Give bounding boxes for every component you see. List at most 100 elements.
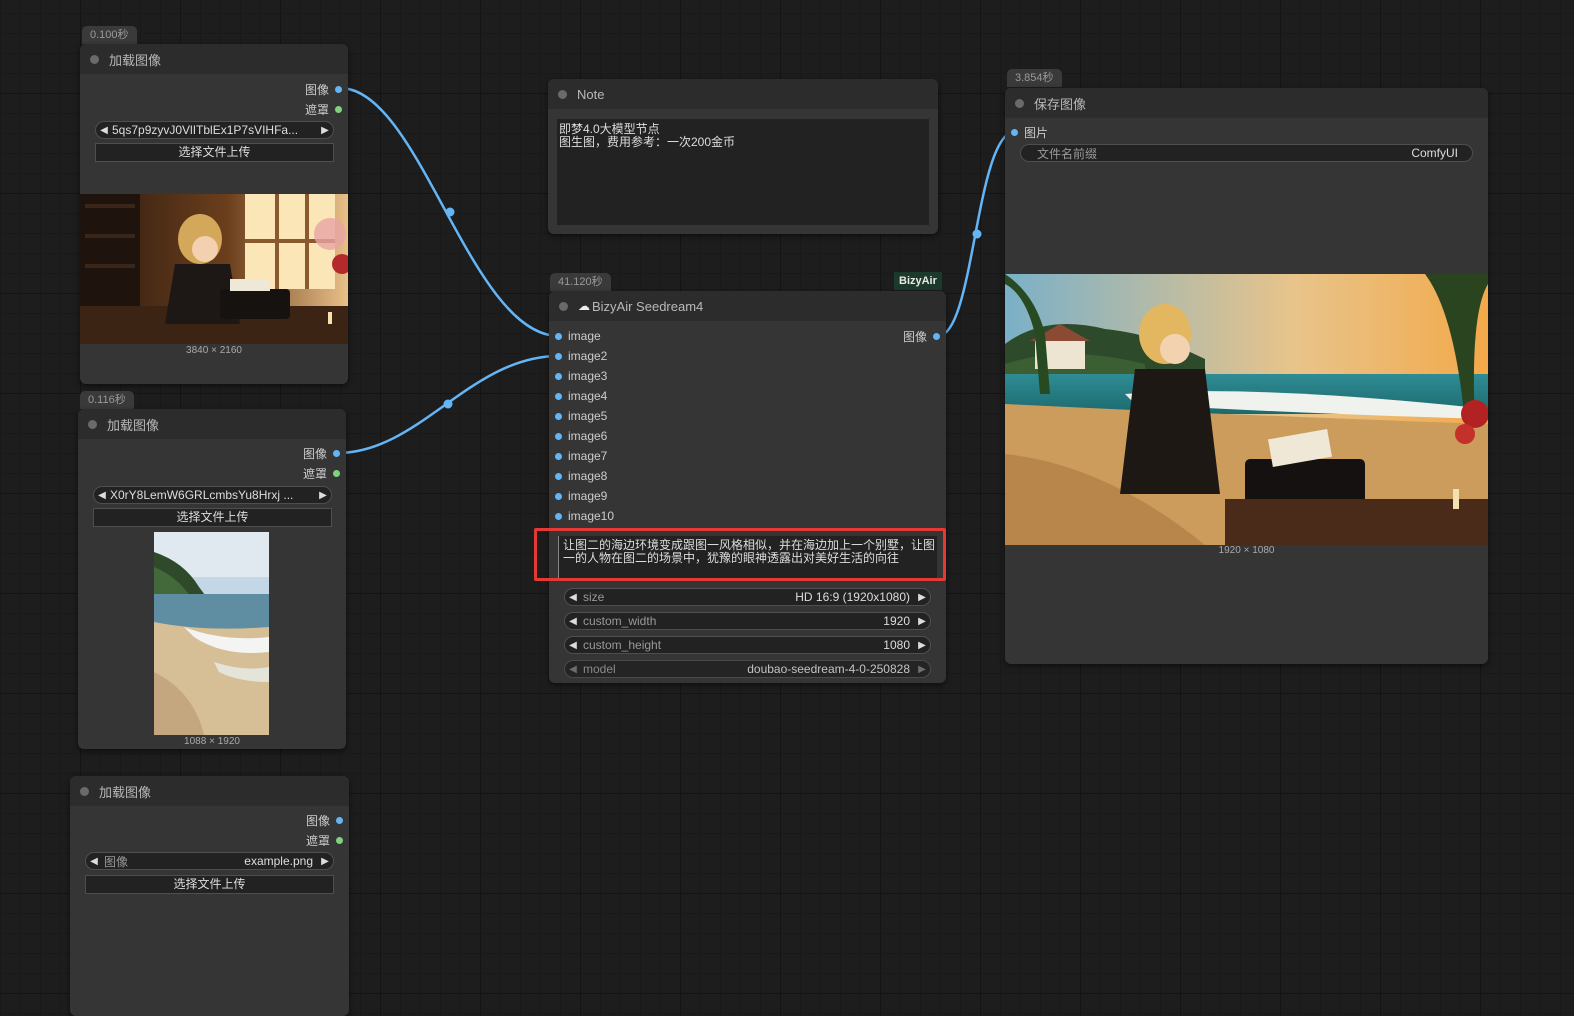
widget-value: doubao-seedream-4-0-250828 (747, 662, 910, 676)
link-midpoint (972, 229, 982, 239)
upload-button[interactable]: 选择文件上传 (93, 508, 332, 527)
input-port-dot[interactable] (555, 412, 562, 420)
seedream-node[interactable]: ☁ BizyAir Seedream4 image image2 image3 … (549, 291, 946, 683)
input-port-dot[interactable] (1011, 128, 1018, 136)
input-image8[interactable]: image8 (555, 468, 607, 484)
node-header[interactable]: Note (548, 79, 938, 109)
input-port-dot[interactable] (555, 472, 562, 480)
collapse-dot-icon[interactable] (90, 54, 99, 64)
output-port-dot[interactable] (333, 469, 340, 477)
highlight-box (534, 528, 946, 581)
image-file-select[interactable]: ◀ 图像 example.png ▶ (85, 852, 334, 870)
output-label: 图像 (302, 446, 327, 461)
input-image4[interactable]: image4 (555, 388, 607, 404)
custom-width-stepper[interactable]: ◀ custom_width 1920 ▶ (564, 612, 931, 630)
arrow-right-icon[interactable]: ▶ (914, 616, 930, 627)
collapse-dot-icon[interactable] (559, 301, 568, 311)
load-image-node-2[interactable]: 加载图像 图像 遮罩 ◀ X0rY8LemW6GRLcmbsYu8Hrxj ..… (78, 409, 346, 749)
input-image6[interactable]: image6 (555, 428, 607, 444)
output-image[interactable]: 图像 (305, 81, 342, 97)
save-image-node[interactable]: 保存图像 图片 文件名前缀 ComfyUI 1920 × 1080 (1005, 88, 1488, 664)
input-image7[interactable]: image7 (555, 448, 607, 464)
input-label: image (568, 329, 601, 343)
output-label: 遮罩 (305, 833, 330, 848)
arrow-left-icon[interactable]: ◀ (86, 856, 102, 867)
input-image[interactable]: image (555, 328, 601, 344)
input-image9[interactable]: image9 (555, 488, 607, 504)
model-select[interactable]: ◀ model doubao-seedream-4-0-250828 ▶ (564, 660, 931, 678)
output-port-dot[interactable] (333, 449, 340, 457)
arrow-right-icon[interactable]: ▶ (317, 125, 333, 136)
output-port-dot[interactable] (335, 105, 342, 113)
custom-height-stepper[interactable]: ◀ custom_height 1080 ▶ (564, 636, 931, 654)
arrow-left-icon[interactable]: ◀ (94, 490, 110, 501)
output-image[interactable]: 图像 (303, 445, 340, 461)
arrow-left-icon[interactable]: ◀ (96, 125, 112, 136)
arrow-right-icon[interactable]: ▶ (914, 640, 930, 651)
output-port-dot[interactable] (336, 816, 343, 824)
note-node[interactable]: Note 即梦4.0大模型节点 图生图，费用参考：一次200金币 (548, 79, 938, 234)
widget-label: 文件名前缀 (1037, 146, 1098, 161)
load-image-node-3[interactable]: 加载图像 图像 遮罩 ◀ 图像 example.png ▶ 选择文件上传 (70, 776, 349, 1016)
input-port-dot[interactable] (555, 432, 562, 440)
collapse-dot-icon[interactable] (558, 89, 567, 99)
input-image5[interactable]: image5 (555, 408, 607, 424)
image-dimensions: 3840 × 2160 (186, 345, 242, 356)
node-title: Note (577, 86, 605, 102)
input-label: image7 (568, 449, 608, 463)
input-label: 图片 (1024, 125, 1049, 140)
node-header[interactable]: ☁ BizyAir Seedream4 (549, 291, 946, 321)
arrow-left-icon[interactable]: ◀ (565, 664, 581, 675)
upload-button[interactable]: 选择文件上传 (95, 143, 334, 162)
output-image[interactable]: 图像 (903, 328, 940, 344)
file-name: X0rY8LemW6GRLcmbsYu8Hrxj ... (110, 488, 294, 502)
filename-prefix-field[interactable]: 文件名前缀 ComfyUI (1020, 144, 1473, 162)
arrow-right-icon[interactable]: ▶ (914, 664, 930, 675)
node-header[interactable]: 加载图像 (78, 409, 346, 439)
image-dimensions: 1088 × 1920 (184, 736, 240, 747)
output-port-dot[interactable] (335, 85, 342, 93)
input-port-dot[interactable] (555, 512, 562, 520)
node-header[interactable]: 加载图像 (80, 44, 348, 74)
collapse-dot-icon[interactable] (80, 786, 89, 796)
input-label: image2 (568, 349, 608, 363)
output-label: 图像 (902, 329, 927, 344)
input-port-dot[interactable] (555, 452, 562, 460)
arrow-left-icon[interactable]: ◀ (565, 640, 581, 651)
input-image10[interactable]: image10 (555, 508, 614, 524)
collapse-dot-icon[interactable] (1015, 98, 1024, 108)
input-images[interactable]: 图片 (1011, 124, 1048, 140)
node-header[interactable]: 保存图像 (1005, 88, 1488, 118)
arrow-left-icon[interactable]: ◀ (565, 616, 581, 627)
output-port-dot[interactable] (933, 332, 940, 340)
input-image3[interactable]: image3 (555, 368, 607, 384)
arrow-right-icon[interactable]: ▶ (317, 856, 333, 867)
output-mask[interactable]: 遮罩 (303, 465, 340, 481)
preview-image (80, 194, 348, 344)
output-mask[interactable]: 遮罩 (305, 101, 342, 117)
image-file-select[interactable]: ◀ 5qs7p9zyvJ0VlITblEx1P7sVIHFa... ▶ (95, 121, 334, 139)
input-port-dot[interactable] (555, 492, 562, 500)
input-port-dot[interactable] (555, 352, 562, 360)
upload-button[interactable]: 选择文件上传 (85, 875, 334, 894)
input-port-dot[interactable] (555, 372, 562, 380)
arrow-right-icon[interactable]: ▶ (315, 490, 331, 501)
output-image[interactable]: 图像 (306, 812, 343, 828)
size-select[interactable]: ◀ size HD 16:9 (1920x1080) ▶ (564, 588, 931, 606)
timing-badge: 3.854秒 (1007, 69, 1062, 87)
note-textarea[interactable]: 即梦4.0大模型节点 图生图，费用参考：一次200金币 (557, 119, 929, 225)
input-label: image5 (568, 409, 608, 423)
widget-value: HD 16:9 (1920x1080) (795, 590, 910, 604)
output-mask[interactable]: 遮罩 (306, 832, 343, 848)
arrow-left-icon[interactable]: ◀ (565, 592, 581, 603)
input-port-dot[interactable] (555, 392, 562, 400)
input-image2[interactable]: image2 (555, 348, 607, 364)
node-header[interactable]: 加载图像 (70, 776, 349, 806)
input-label: image4 (568, 389, 608, 403)
output-port-dot[interactable] (336, 836, 343, 844)
input-port-dot[interactable] (555, 332, 562, 340)
collapse-dot-icon[interactable] (88, 419, 97, 429)
arrow-right-icon[interactable]: ▶ (914, 592, 930, 603)
load-image-node-1[interactable]: 加载图像 图像 遮罩 ◀ 5qs7p9zyvJ0VlITblEx1P7sVIHF… (80, 44, 348, 384)
image-file-select[interactable]: ◀ X0rY8LemW6GRLcmbsYu8Hrxj ... ▶ (93, 486, 332, 504)
